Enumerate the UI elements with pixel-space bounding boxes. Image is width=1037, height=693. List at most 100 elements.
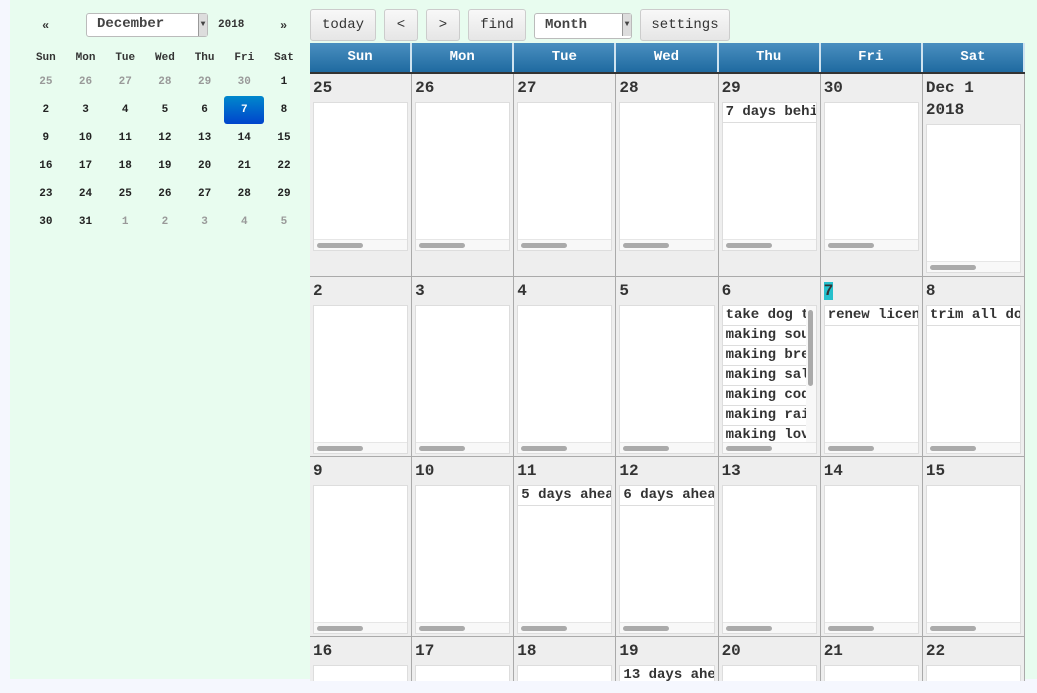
- event-item[interactable]: renew licens: [824, 306, 918, 326]
- scrollbar-thumb[interactable]: [929, 265, 976, 270]
- mini-day[interactable]: 21: [224, 152, 264, 180]
- day-cell[interactable]: Dec 1 2018: [922, 74, 1025, 276]
- event-item[interactable]: take dog t: [722, 306, 806, 326]
- scrollbar-thumb[interactable]: [317, 446, 363, 451]
- scrollbar-thumb[interactable]: [419, 446, 466, 451]
- mini-day[interactable]: 26: [145, 180, 185, 208]
- day-cell[interactable]: 18: [514, 637, 617, 681]
- find-button[interactable]: find: [468, 9, 526, 41]
- scrollbar-thumb[interactable]: [929, 446, 976, 451]
- horizontal-scrollbar[interactable]: [824, 622, 918, 633]
- day-cell[interactable]: 30: [820, 74, 923, 276]
- scrollbar-thumb[interactable]: [419, 626, 466, 631]
- event-item[interactable]: making sal: [722, 366, 806, 386]
- scrollbar-thumb[interactable]: [827, 626, 874, 631]
- mini-day[interactable]: 20: [185, 152, 225, 180]
- horizontal-scrollbar[interactable]: [722, 442, 816, 453]
- day-cell[interactable]: 14: [820, 457, 923, 636]
- event-item[interactable]: 7 days behin: [722, 103, 816, 123]
- day-cell[interactable]: 11 5 days ahead: [514, 457, 617, 636]
- mini-day[interactable]: 15: [264, 124, 304, 152]
- horizontal-scrollbar[interactable]: [518, 239, 612, 250]
- day-cell[interactable]: 28: [616, 74, 719, 276]
- event-item[interactable]: 13 days ahea: [620, 666, 713, 681]
- scrollbar-thumb[interactable]: [725, 626, 772, 631]
- scrollbar-thumb[interactable]: [827, 446, 874, 451]
- mini-day[interactable]: 1: [264, 68, 304, 96]
- mini-day[interactable]: 9: [26, 124, 66, 152]
- mini-day[interactable]: 4: [224, 208, 264, 236]
- mini-day[interactable]: 29: [185, 68, 225, 96]
- event-item[interactable]: 6 days ahead: [620, 486, 714, 506]
- mini-day[interactable]: 22: [264, 152, 304, 180]
- mini-day[interactable]: 19: [145, 152, 185, 180]
- day-cell[interactable]: 29 7 days behin: [718, 74, 821, 276]
- day-cell[interactable]: 3: [412, 277, 515, 456]
- mini-day[interactable]: 5: [264, 208, 304, 236]
- day-cell[interactable]: 16: [310, 637, 413, 681]
- mini-day[interactable]: 16: [26, 152, 66, 180]
- horizontal-scrollbar[interactable]: [824, 239, 918, 250]
- view-select[interactable]: Month ▼: [534, 13, 632, 39]
- mini-day[interactable]: 10: [66, 124, 106, 152]
- horizontal-scrollbar[interactable]: [926, 622, 1020, 633]
- event-item[interactable]: making lov: [723, 426, 806, 443]
- day-cell[interactable]: 5: [616, 277, 719, 456]
- day-cell[interactable]: 10: [412, 457, 515, 636]
- horizontal-scrollbar[interactable]: [314, 442, 408, 453]
- mini-day[interactable]: 5: [145, 96, 185, 124]
- mini-day[interactable]: 3: [185, 208, 225, 236]
- horizontal-scrollbar[interactable]: [824, 442, 918, 453]
- month-select[interactable]: December ▼: [86, 13, 208, 37]
- scrollbar-thumb[interactable]: [827, 243, 874, 248]
- event-item[interactable]: trim all dog: [926, 306, 1020, 326]
- mini-day[interactable]: 4: [105, 96, 145, 124]
- scrollbar-thumb[interactable]: [521, 243, 568, 248]
- scrollbar-thumb[interactable]: [521, 626, 568, 631]
- day-cell[interactable]: 2: [310, 277, 413, 456]
- day-cell[interactable]: 9: [310, 457, 413, 636]
- horizontal-scrollbar[interactable]: [416, 622, 510, 633]
- mini-day[interactable]: 8: [264, 96, 304, 124]
- event-item[interactable]: making bre: [722, 346, 806, 366]
- day-cell[interactable]: 20: [718, 637, 821, 681]
- horizontal-scrollbar[interactable]: [620, 622, 714, 633]
- horizontal-scrollbar[interactable]: [620, 239, 714, 250]
- prev-month-button[interactable]: «: [42, 19, 49, 33]
- mini-day[interactable]: 11: [105, 124, 145, 152]
- mini-day[interactable]: 17: [66, 152, 106, 180]
- scrollbar-thumb[interactable]: [929, 626, 976, 631]
- day-cell[interactable]: 15: [922, 457, 1025, 636]
- mini-day[interactable]: 30: [224, 68, 264, 96]
- mini-day[interactable]: 23: [26, 180, 66, 208]
- mini-day[interactable]: 27: [185, 180, 225, 208]
- event-item[interactable]: making rai: [722, 406, 806, 426]
- day-cell[interactable]: 26: [412, 74, 515, 276]
- today-button[interactable]: today: [310, 9, 376, 41]
- mini-day[interactable]: 25: [105, 180, 145, 208]
- scrollbar-thumb[interactable]: [807, 310, 813, 386]
- day-cell[interactable]: 22: [922, 637, 1025, 681]
- horizontal-scrollbar[interactable]: [314, 239, 408, 250]
- horizontal-scrollbar[interactable]: [926, 442, 1020, 453]
- scrollbar-thumb[interactable]: [725, 243, 772, 248]
- settings-button[interactable]: settings: [640, 9, 730, 41]
- scrollbar-thumb[interactable]: [725, 446, 772, 451]
- event-item[interactable]: making cod: [722, 386, 806, 406]
- mini-day[interactable]: 28: [145, 68, 185, 96]
- mini-day[interactable]: 29: [264, 180, 304, 208]
- horizontal-scrollbar[interactable]: [518, 442, 612, 453]
- mini-day[interactable]: 2: [145, 208, 185, 236]
- vertical-scrollbar[interactable]: [805, 306, 816, 443]
- horizontal-scrollbar[interactable]: [416, 442, 510, 453]
- day-cell[interactable]: 25: [310, 74, 413, 276]
- day-cell[interactable]: 17: [412, 637, 515, 681]
- scrollbar-thumb[interactable]: [623, 446, 670, 451]
- scrollbar-thumb[interactable]: [419, 243, 466, 248]
- event-item[interactable]: making sou: [722, 326, 806, 346]
- mini-day[interactable]: 26: [66, 68, 106, 96]
- mini-day[interactable]: 3: [66, 96, 106, 124]
- day-cell[interactable]: 21: [820, 637, 923, 681]
- mini-day[interactable]: 28: [224, 180, 264, 208]
- day-cell[interactable]: 4: [514, 277, 617, 456]
